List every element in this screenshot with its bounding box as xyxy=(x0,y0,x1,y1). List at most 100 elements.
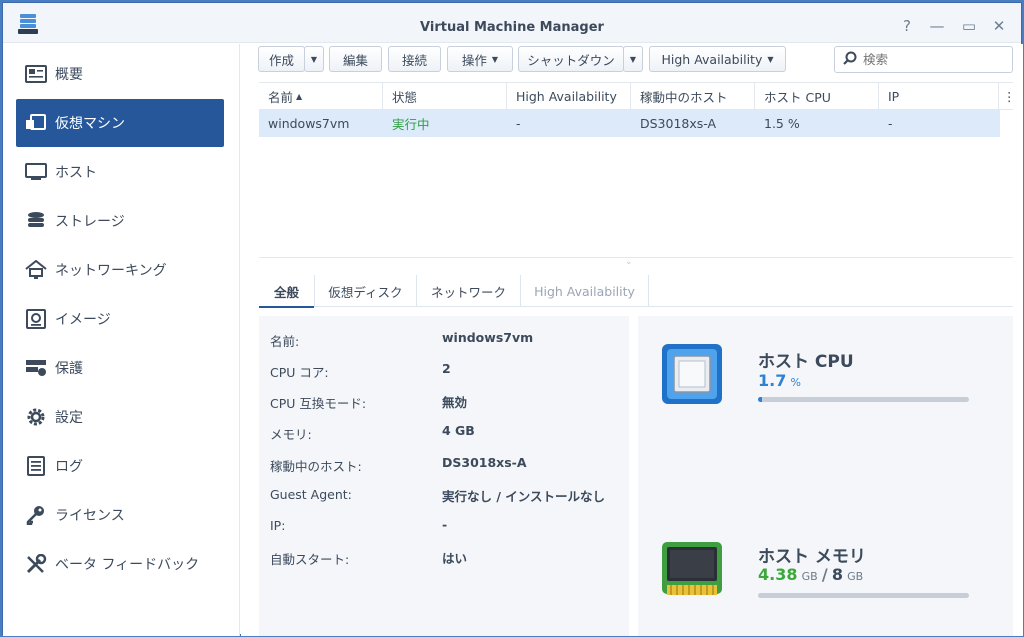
table-row[interactable]: windows7vm 実行中 - DS3018xs-A 1.5 % - xyxy=(259,110,1000,137)
cpu-chip-icon xyxy=(661,343,723,409)
sidebar-item-storage[interactable]: ストレージ xyxy=(16,197,224,245)
host-memory-usage-bar xyxy=(758,593,969,598)
connect-button[interactable]: 接続 xyxy=(388,46,441,72)
log-icon xyxy=(25,455,47,477)
detail-value: 4 GB xyxy=(442,423,475,438)
tab-network[interactable]: ネットワーク xyxy=(417,275,521,307)
tab-virtual-disk[interactable]: 仮想ディスク xyxy=(315,275,417,307)
detail-tabs: 全般 仮想ディスク ネットワーク High Availability xyxy=(259,275,1013,308)
sidebar-item-overview[interactable]: 概要 xyxy=(16,50,224,98)
vm-detail-panel: 名前: windows7vm CPU コア: 2 CPU 互換モード: 無効 メ… xyxy=(259,316,629,636)
sidebar-item-label: ストレージ xyxy=(55,214,125,230)
sidebar-item-label: ライセンス xyxy=(55,508,125,524)
detail-label: 自動スタート: xyxy=(270,552,350,567)
cell-status: 実行中 xyxy=(392,117,430,132)
shutdown-button[interactable]: シャットダウン xyxy=(518,46,624,72)
sidebar-item-label: ベータ フィードバック xyxy=(55,557,200,573)
vm-grid-header: 名前 ▲ 状態 High Availability 稼動中のホスト ホスト CP… xyxy=(259,82,1016,110)
tab-high-availability[interactable]: High Availability xyxy=(521,275,649,307)
detail-label: CPU 互換モード: xyxy=(270,396,367,411)
detail-label: 稼動中のホスト: xyxy=(270,459,362,474)
column-header-ha[interactable]: High Availability xyxy=(507,83,631,110)
virtual-machine-icon xyxy=(25,112,47,134)
tab-label: 全般 xyxy=(273,284,299,300)
cell-host-cpu: 1.5 % xyxy=(764,116,800,131)
sidebar-item-networking[interactable]: ネットワーキング xyxy=(16,246,224,294)
host-memory-reading: 4.38 GB / 8 GB xyxy=(758,565,863,584)
memory-module-icon xyxy=(661,539,723,605)
create-button-label: 作成 xyxy=(268,52,294,68)
tab-general[interactable]: 全般 xyxy=(259,275,315,308)
sidebar-item-virtual-machine[interactable]: 仮想マシン xyxy=(16,99,224,147)
action-button-label: 操作 xyxy=(461,52,487,68)
tools-icon xyxy=(25,553,47,575)
column-header-label: 名前 xyxy=(268,90,294,105)
shutdown-button-label: シャットダウン xyxy=(527,52,615,68)
sidebar-item-label: 概要 xyxy=(55,67,83,83)
sidebar-item-label: 設定 xyxy=(55,410,83,426)
main-panel: 作成 ▼ 編集 接続 操作 ▼ シャットダウン ▼ High Availabili… xyxy=(241,44,1023,636)
cell-running-host: DS3018xs-A xyxy=(640,116,717,131)
sidebar-item-protection[interactable]: 保護 xyxy=(16,344,224,392)
sidebar-item-log[interactable]: ログ xyxy=(16,442,224,490)
host-cpu-usage-bar xyxy=(758,397,969,402)
maximize-icon[interactable]: ▭ xyxy=(960,17,978,35)
detail-value: windows7vm xyxy=(442,330,534,345)
detail-value: はい xyxy=(442,551,468,566)
host-monitor-icon xyxy=(25,161,47,183)
action-menu-button[interactable]: 操作 ▼ xyxy=(447,46,513,72)
host-cpu-value: 1.7 xyxy=(758,371,787,390)
sidebar-item-beta-feedback[interactable]: ベータ フィードバック xyxy=(16,540,224,588)
vmm-window: Virtual Machine Manager ? — ▭ ✕ 概要 仮想マシン… xyxy=(2,2,1023,636)
detail-label: メモリ: xyxy=(270,427,312,442)
close-icon[interactable]: ✕ xyxy=(990,17,1008,35)
sidebar-item-host[interactable]: ホスト xyxy=(16,148,224,196)
window-title: Virtual Machine Manager xyxy=(420,20,604,35)
detail-label: 名前: xyxy=(270,334,300,349)
host-memory-separator: / xyxy=(821,565,828,584)
column-header-running-host[interactable]: 稼動中のホスト xyxy=(631,83,755,110)
tab-label: ネットワーク xyxy=(430,284,506,300)
column-options-icon[interactable]: ⋮ xyxy=(999,83,1016,110)
chevron-down-icon: ▼ xyxy=(310,54,318,64)
help-icon[interactable]: ? xyxy=(898,17,916,35)
detail-label: Guest Agent: xyxy=(270,487,352,502)
column-header-ip[interactable]: IP xyxy=(879,83,999,110)
sidebar-item-settings[interactable]: 設定 xyxy=(16,393,224,441)
cell-name: windows7vm xyxy=(268,116,350,131)
search-input[interactable] xyxy=(863,52,1003,67)
storage-stack-icon xyxy=(25,210,47,232)
host-stats-panel: ホスト CPU 1.7 % ホスト メモリ 4.38 GB / 8 GB xyxy=(638,316,1013,636)
minimize-icon[interactable]: — xyxy=(928,17,946,35)
search-box[interactable] xyxy=(834,46,1013,73)
sidebar-item-label: ホスト xyxy=(55,165,97,181)
host-cpu-title: ホスト CPU xyxy=(758,352,854,372)
detail-value: 実行なし / インストールなし xyxy=(442,489,606,504)
connect-button-label: 接続 xyxy=(401,52,427,68)
column-header-name[interactable]: 名前 ▲ xyxy=(259,83,383,110)
panel-splitter[interactable] xyxy=(259,257,1013,258)
sidebar-item-image[interactable]: イメージ xyxy=(16,295,224,343)
network-icon xyxy=(25,259,47,281)
sidebar-item-label: イメージ xyxy=(55,312,111,328)
sidebar-item-label: 仮想マシン xyxy=(55,116,125,132)
overview-icon xyxy=(25,63,47,85)
shutdown-dropdown-button[interactable]: ▼ xyxy=(623,46,643,72)
sidebar-item-label: 保護 xyxy=(55,361,83,377)
create-dropdown-button[interactable]: ▼ xyxy=(304,46,324,72)
protection-icon xyxy=(25,357,47,379)
column-header-label: High Availability xyxy=(516,89,617,104)
key-icon xyxy=(25,504,47,526)
column-header-status[interactable]: 状態 xyxy=(383,83,507,110)
title-bar: Virtual Machine Manager ? — ▭ ✕ xyxy=(3,3,1021,43)
high-availability-menu-button[interactable]: High Availability ▼ xyxy=(649,46,786,72)
edit-button[interactable]: 編集 xyxy=(329,46,382,72)
sidebar-item-license[interactable]: ライセンス xyxy=(16,491,224,539)
high-availability-button-label: High Availability xyxy=(661,51,763,67)
create-button[interactable]: 作成 xyxy=(258,46,305,72)
search-icon xyxy=(843,51,857,69)
detail-value: - xyxy=(442,517,448,532)
column-header-host-cpu[interactable]: ホスト CPU xyxy=(755,83,879,110)
splitter-handle-icon[interactable]: ⌄ xyxy=(625,257,633,267)
disk-image-icon xyxy=(25,308,47,330)
